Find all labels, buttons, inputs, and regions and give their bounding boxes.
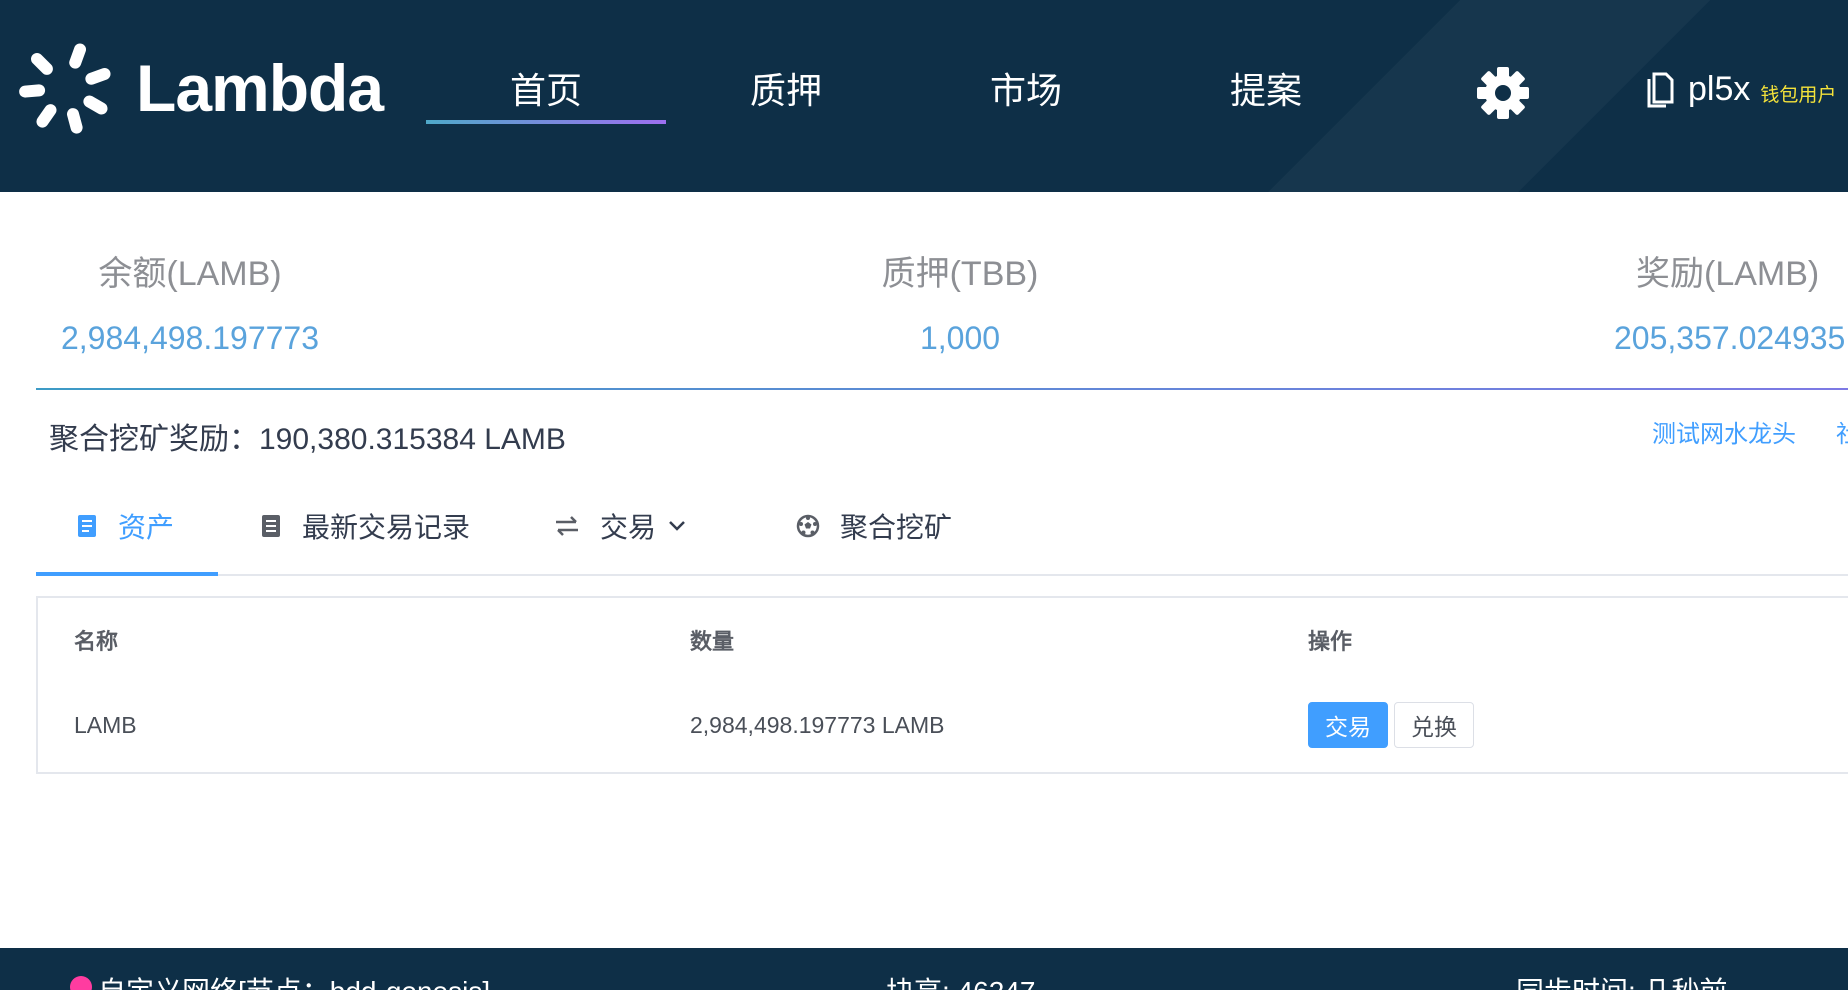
tab-transactions[interactable]: 最新交易记录: [260, 478, 470, 574]
trade-button[interactable]: 交易: [1308, 702, 1388, 748]
stat-staked-value-wrap: 1,000: [810, 320, 1110, 357]
user-name[interactable]: pl5x: [1688, 70, 1750, 109]
gear-icon[interactable]: [1476, 66, 1530, 120]
nav-home[interactable]: 首页: [426, 52, 666, 124]
tab-trade[interactable]: 交易: [554, 478, 686, 574]
cell-asset-name: LAMB: [74, 712, 137, 738]
logo[interactable]: Lambda: [16, 38, 384, 138]
document-icon[interactable]: [1646, 72, 1674, 108]
tab-label: 交易: [600, 512, 657, 543]
stat-value: 2,984,498.197773: [60, 320, 320, 356]
nav-market[interactable]: 市场: [906, 52, 1146, 122]
user-role-tag: 钱包用户: [1760, 85, 1837, 106]
sync-time: 同步时间: 几秒前: [1516, 970, 1728, 990]
main-nav: 首页 质押 市场 提案: [426, 52, 1386, 124]
ledger-icon: [262, 515, 280, 537]
cell-asset-amount: 2,984,498.197773 LAMB: [690, 712, 945, 738]
stat-balance-value-wrap: 2,984,498.197773: [40, 320, 340, 357]
tab-label: 资产: [118, 512, 175, 543]
nav-staking[interactable]: 质押: [666, 52, 906, 122]
column-header-actions: 操作: [1308, 629, 1353, 654]
active-tab-indicator: [36, 572, 218, 576]
tab-label: 最新交易记录: [302, 512, 471, 543]
book-icon: [78, 515, 96, 537]
logo-text: Lambda: [136, 51, 384, 125]
faucet-link[interactable]: 测试网水龙头: [1652, 421, 1796, 448]
stat-rewards-value-wrap: 205,357.024935: [1614, 320, 1848, 357]
stat-label: 质押(TBB): [881, 255, 1039, 293]
column-header-name: 名称: [74, 629, 119, 654]
lambda-burst-icon: [19, 43, 111, 134]
network-status-icon: [70, 976, 92, 990]
stat-label: 奖励(LAMB): [1636, 255, 1820, 293]
swap-icon: [556, 516, 578, 536]
app-header: Lambda 首页 质押 市场 提案 pl5x 钱包用户: [0, 0, 1848, 192]
network-selector[interactable]: 自定义网络[节点：bdd-genesis]: [98, 970, 522, 990]
exchange-button[interactable]: 兑换: [1394, 702, 1474, 748]
partial-link[interactable]: 社: [1836, 421, 1848, 448]
stats-divider: [36, 388, 1848, 390]
block-height: 块高: 46247: [886, 970, 1035, 990]
mining-reward-text: 聚合挖矿奖励：190,380.315384 LAMB: [49, 423, 566, 456]
tab-label: 聚合挖矿: [840, 512, 953, 543]
stat-staked: 质押(TBB): [810, 246, 1110, 295]
stat-label: 余额(LAMB): [98, 255, 282, 293]
chevron-down-icon: [669, 521, 685, 531]
tab-assets[interactable]: 资产: [76, 478, 174, 574]
status-bar: 自定义网络[节点：bdd-genesis] 块高: 46247 同步时间: 几秒…: [0, 948, 1848, 990]
stat-value: 205,357.024935: [1614, 320, 1846, 356]
column-header-amount: 数量: [690, 629, 735, 654]
top-links: 测试网水龙头 社: [1652, 414, 1848, 449]
stat-value: 1,000: [919, 320, 1001, 356]
nav-proposals[interactable]: 提案: [1146, 52, 1386, 122]
user-menu: pl5x 钱包用户: [1646, 70, 1836, 109]
tab-bar: 资产 最新交易记录 交易 聚合挖矿: [36, 478, 1848, 576]
soccer-ball-icon: [796, 514, 820, 538]
tab-mining[interactable]: 聚合挖矿: [796, 478, 952, 574]
stat-rewards: 奖励(LAMB): [1600, 246, 1848, 295]
stat-balance: 余额(LAMB): [40, 246, 340, 295]
network-label: 自定义网络[节点：bdd-genesis]: [98, 976, 490, 990]
assets-table: 名称 数量 操作 LAMB 2,984,498.197773 LAMB 交易 兑…: [36, 596, 1848, 774]
